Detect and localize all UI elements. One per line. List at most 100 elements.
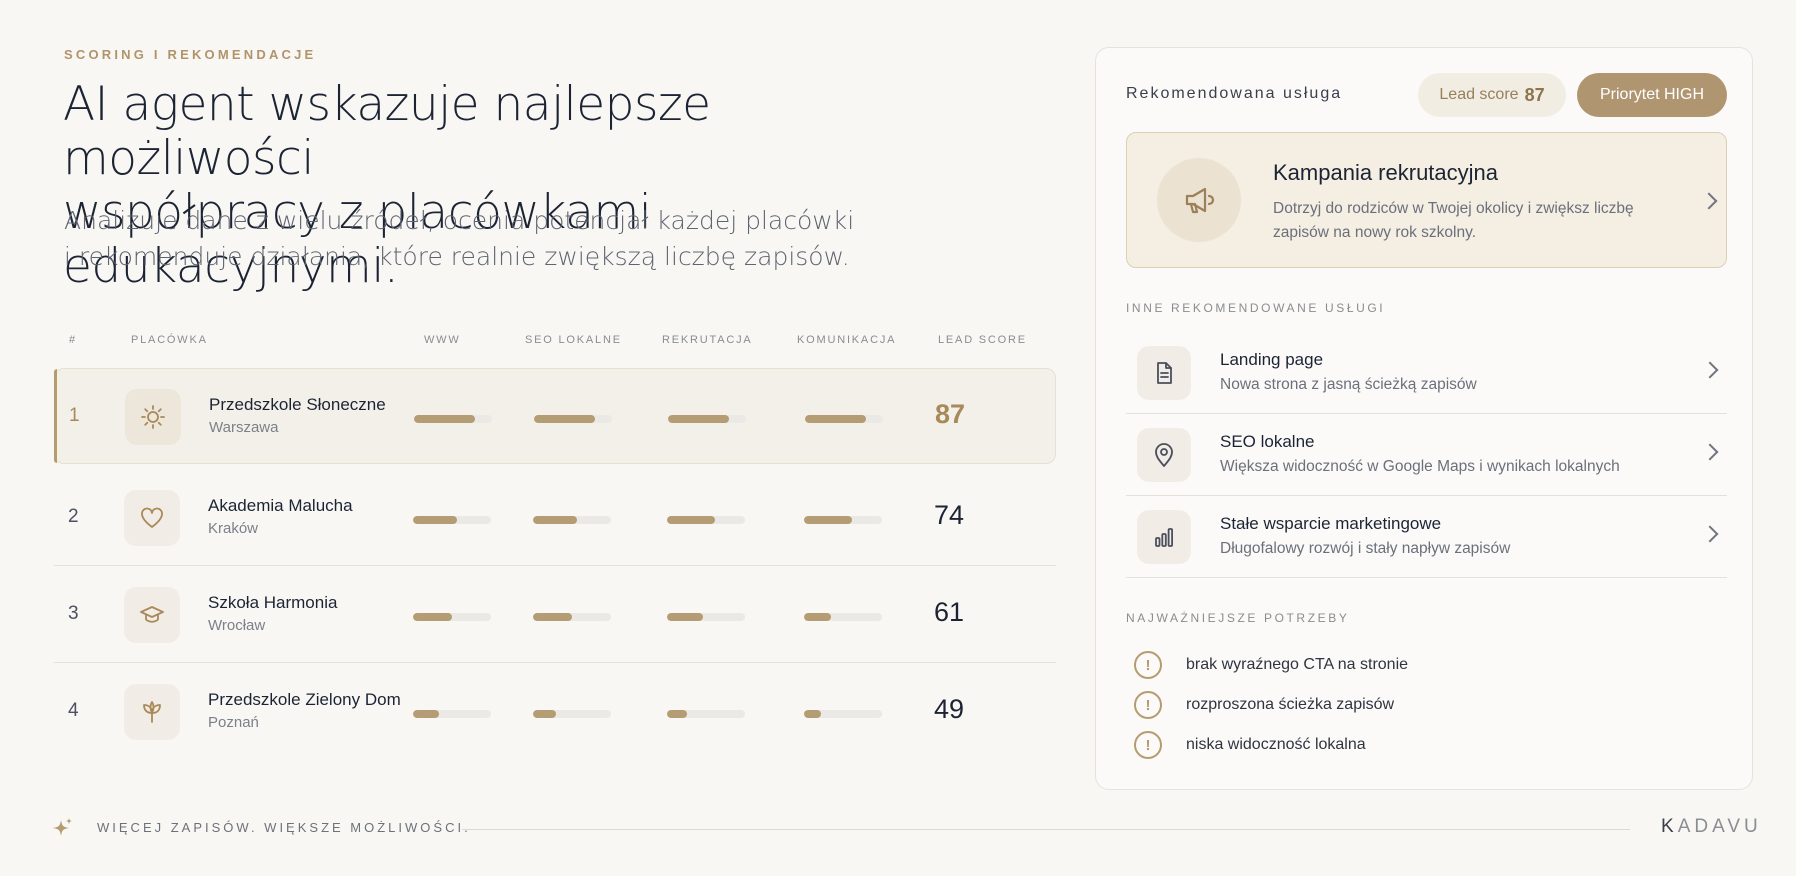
alert-icon: ! — [1134, 731, 1162, 759]
row-rank: 1 — [69, 405, 80, 426]
score-bar-www — [413, 710, 491, 718]
footer-tagline: WIĘCEJ ZAPISÓW. WIĘKSZE MOŻLIWOŚCI. — [97, 820, 471, 835]
brand-first-letter: K — [1661, 816, 1678, 837]
facility-name: Przedszkole Zielony Dom — [208, 690, 401, 709]
need-text: niska widoczność lokalna — [1186, 736, 1366, 753]
score-bar-fill — [668, 415, 729, 423]
service-icon-wrap — [1137, 428, 1191, 482]
score-bar-communication — [804, 516, 882, 524]
score-bar-fill — [804, 613, 831, 621]
bar-chart-icon — [1155, 528, 1174, 547]
lead-score-label: Lead score — [1439, 86, 1519, 103]
chevron-right-icon — [1701, 361, 1719, 379]
panel-title: Rekomendowana usługa — [1126, 85, 1343, 102]
score-bar-recruitment — [667, 710, 745, 718]
score-bar-fill — [804, 710, 822, 718]
featured-service-card[interactable]: Kampania rekrutacyjna Dotrzyj do rodzicó… — [1126, 132, 1727, 268]
sprout-icon — [143, 701, 161, 723]
facility-name: Akademia Malucha — [208, 496, 353, 515]
table-row[interactable]: 1 Przedszkole Słoneczne Warszawa 87 — [54, 368, 1056, 464]
score-bar-fill — [414, 415, 475, 423]
lead-score: 87 — [935, 399, 966, 429]
facility-name: Przedszkole Słoneczne — [209, 395, 386, 414]
score-bar-communication — [804, 710, 882, 718]
score-bar-fill — [805, 415, 866, 423]
recommendation-panel: Rekomendowana usługa Lead score 87 Prior… — [1095, 47, 1753, 790]
facility-icon-wrap — [124, 684, 180, 740]
score-bar-fill — [667, 516, 716, 524]
needs-title: NAJWAŻNIEJSZE POTRZEBY — [1126, 611, 1350, 625]
score-bar-fill — [667, 613, 703, 621]
header-rank: # — [69, 334, 77, 346]
need-text: brak wyraźnego CTA na stronie — [1186, 656, 1409, 673]
chevron-right-icon — [1701, 443, 1719, 461]
service-icon-wrap — [1137, 346, 1191, 400]
facility-city: Wrocław — [208, 617, 266, 634]
facility-city: Poznań — [208, 714, 259, 731]
table-row[interactable]: 3 Szkoła Harmonia Wrocław 61 — [54, 567, 1056, 663]
service-icon-wrap — [1137, 510, 1191, 564]
subtitle-line-1: Analizuje dane z wielu źródeł, ocenia po… — [64, 206, 855, 235]
row-rank: 4 — [68, 700, 79, 721]
lead-score-value: 87 — [1524, 84, 1545, 105]
score-bar-recruitment — [667, 516, 745, 524]
facility-icon-wrap — [124, 587, 180, 643]
alert-icon: ! — [1134, 691, 1162, 719]
score-bar-www — [414, 415, 492, 423]
service-description: Większa widoczność w Google Maps i wynik… — [1220, 458, 1620, 475]
table-row[interactable]: 2 Akademia Malucha Kraków 74 — [54, 470, 1056, 566]
header-lead-score: LEAD SCORE — [938, 334, 1027, 346]
subtitle-line-2: i rekomenduje działania, które realnie z… — [64, 242, 850, 271]
header-www: WWW — [424, 334, 461, 346]
map-pin-icon — [1155, 443, 1173, 467]
eyebrow: SCORING I REKOMENDACJE — [64, 47, 317, 62]
service-item[interactable]: SEO lokalne Większa widoczność w Google M… — [1126, 414, 1727, 496]
score-bar-recruitment — [668, 415, 746, 423]
row-divider — [54, 662, 1056, 663]
score-bar-www — [413, 516, 491, 524]
service-title: Stałe wsparcie marketingowe — [1220, 514, 1442, 533]
lead-score: 61 — [934, 597, 965, 627]
alert-icon: ! — [1134, 651, 1162, 679]
table-row[interactable]: 4 Przedszkole Zielony Dom Poznań 49 — [54, 664, 1056, 760]
score-bar-seo — [533, 516, 611, 524]
brand-rest: ADAVU — [1677, 816, 1762, 837]
service-item[interactable]: Stałe wsparcie marketingowe Długofalowy r… — [1126, 496, 1727, 578]
header-communication: KOMUNIKACJA — [797, 334, 897, 346]
brand-logo: KADAVU — [1661, 816, 1762, 838]
header-recruitment: REKRUTACJA — [662, 334, 753, 346]
sun-icon — [141, 405, 165, 429]
headline-line-1: AI agent wskazuje najlepsze możliwości — [63, 77, 711, 186]
score-bar-fill — [413, 613, 452, 621]
service-description: Długofalowy rozwój i stały napływ zapisó… — [1220, 540, 1511, 557]
score-bar-seo — [533, 710, 611, 718]
score-bar-communication — [804, 613, 882, 621]
header-seo: SEO LOKALNE — [525, 334, 622, 346]
featured-description: Dotrzyj do rodziców w Twojej okolicy i z… — [1273, 200, 1634, 241]
row-rank: 3 — [68, 603, 79, 624]
chevron-right-icon — [1700, 192, 1718, 210]
row-rank: 2 — [68, 506, 79, 527]
facility-city: Warszawa — [209, 419, 279, 436]
service-item[interactable]: Landing page Nowa strona z jasną ścieżką … — [1126, 332, 1727, 414]
facility-city: Kraków — [208, 520, 259, 537]
page-subtitle: Analizuje dane z wielu źródeł, ocenia po… — [64, 203, 864, 275]
score-bar-fill — [533, 710, 557, 718]
score-bar-fill — [534, 415, 595, 423]
score-bar-fill — [804, 516, 853, 524]
service-title: Landing page — [1220, 350, 1324, 369]
footer-divider — [462, 829, 1630, 830]
score-bar-recruitment — [667, 613, 745, 621]
table-header: # PLACÓWKA WWW SEO LOKALNE REKRUTACJA KO… — [0, 334, 1060, 348]
other-services-title: INNE REKOMENDOWANE USŁUGI — [1126, 301, 1386, 315]
row-divider — [54, 565, 1056, 566]
score-bar-fill — [533, 516, 578, 524]
heart-icon — [141, 507, 163, 528]
sparkle-icon — [53, 818, 72, 836]
score-bar-fill — [413, 710, 439, 718]
score-bar-seo — [533, 613, 611, 621]
score-bar-seo — [534, 415, 612, 423]
lead-score: 74 — [934, 500, 965, 530]
featured-title: Kampania rekrutacyjna — [1273, 160, 1499, 185]
service-divider — [1126, 577, 1727, 578]
